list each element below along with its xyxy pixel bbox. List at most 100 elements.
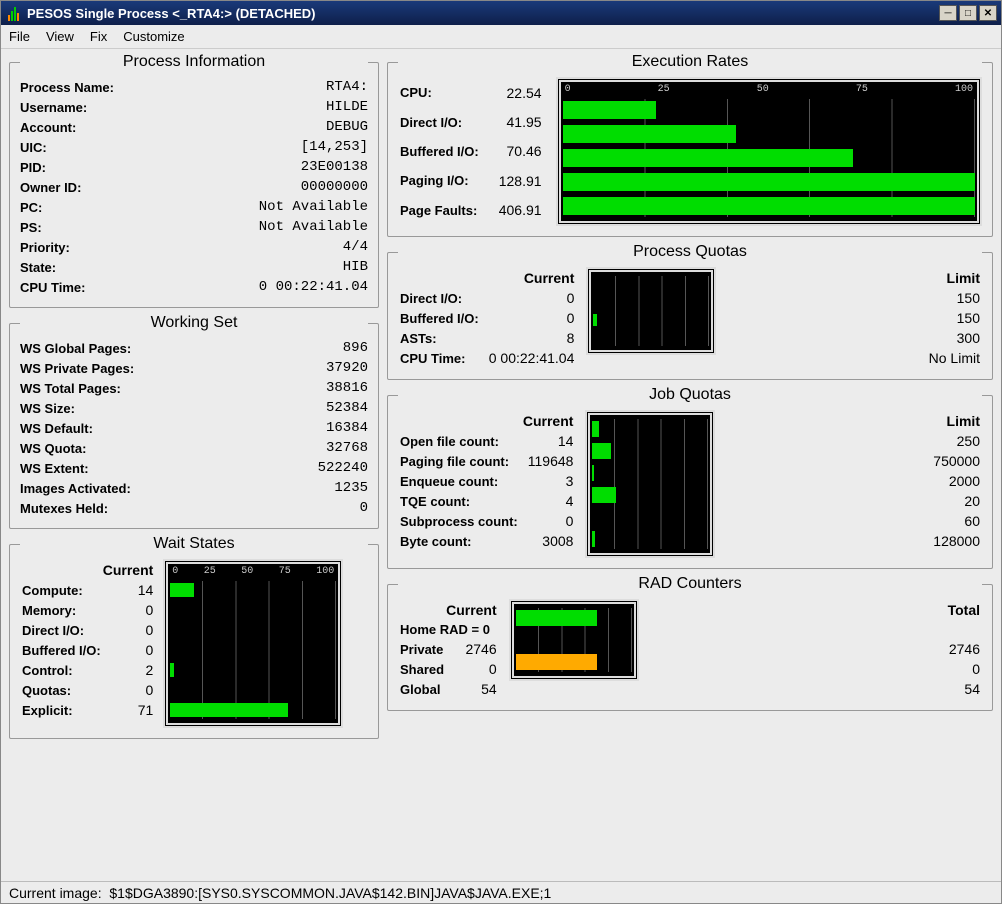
row-value: 119648 xyxy=(520,452,574,470)
table-row: State:HIB xyxy=(20,257,368,277)
chart-bar-row xyxy=(170,701,336,719)
row-label: Byte count: xyxy=(400,532,518,550)
row-value: 22.54 xyxy=(481,79,542,106)
row-value: 4/4 xyxy=(181,237,368,257)
row-value: 37920 xyxy=(261,358,368,378)
menubar: File View Fix Customize xyxy=(1,25,1001,49)
row-label: CPU Time: xyxy=(400,349,479,367)
maximize-button[interactable]: □ xyxy=(959,5,977,21)
row-value: HILDE xyxy=(181,97,368,117)
chart-bar xyxy=(563,149,854,167)
row-value: 41.95 xyxy=(481,108,542,135)
table-row: Open file count:14 xyxy=(400,432,573,450)
rad-counters-totals: Total 2746054 xyxy=(649,599,982,700)
chart-bar xyxy=(592,465,593,481)
row-label: Quotas: xyxy=(22,681,101,699)
row-value: Not Available xyxy=(181,197,368,217)
table-row: Buffered I/O:0 xyxy=(400,309,574,327)
row-label: WS Size: xyxy=(20,398,261,418)
job-quotas-title: Job Quotas xyxy=(398,386,982,404)
table-row: WS Size:52384 xyxy=(20,398,368,418)
row-label: CPU Time: xyxy=(20,277,181,297)
statusbar: Current image: $1$DGA3890:[SYS0.SYSCOMMO… xyxy=(1,881,1001,903)
row-value: 54 xyxy=(446,680,497,698)
row-value: 3008 xyxy=(520,532,574,550)
row-label: CPU: xyxy=(400,79,479,106)
chart-bar-row xyxy=(563,123,975,145)
table-row: 54 xyxy=(651,680,980,698)
chart-bar-row xyxy=(563,99,975,121)
row-label: Control: xyxy=(22,661,101,679)
row-label: WS Extent: xyxy=(20,458,261,478)
chart-bar-row xyxy=(563,195,975,217)
row-value: 14 xyxy=(520,432,574,450)
row-value: 300 xyxy=(728,329,980,347)
table-row: PS:Not Available xyxy=(20,217,368,237)
row-label: WS Default: xyxy=(20,418,261,438)
table-row: Paging file count:119648 xyxy=(400,452,573,470)
row-label: Global xyxy=(400,680,444,698)
table-row: Owner ID:00000000 xyxy=(20,177,368,197)
chart-bar-row xyxy=(592,463,708,483)
row-value: 52384 xyxy=(261,398,368,418)
window-controls: ─ □ ✕ xyxy=(937,5,997,21)
row-value: 0 xyxy=(481,289,575,307)
table-row: Direct I/O:0 xyxy=(22,621,153,639)
menu-file[interactable]: File xyxy=(9,29,30,44)
row-value: 0 xyxy=(103,621,154,639)
row-label: Process Name: xyxy=(20,77,181,97)
row-value: 60 xyxy=(727,512,980,530)
chart-bar xyxy=(170,663,173,677)
chart-bar-row xyxy=(592,441,708,461)
wait-states-panel: Wait States Current Compute:14Memory:0Di… xyxy=(9,535,379,739)
row-label: Owner ID: xyxy=(20,177,181,197)
chart-bar-row xyxy=(516,652,632,672)
chart-bar-row xyxy=(563,147,975,169)
process-quotas-limit-header: Limit xyxy=(728,269,980,287)
minimize-button[interactable]: ─ xyxy=(939,5,957,21)
row-value: 0 xyxy=(481,309,575,327)
chart-bar xyxy=(592,443,611,459)
chart-bar xyxy=(516,654,597,670)
app-window: PESOS Single Process <_RTA4:> (DETACHED)… xyxy=(0,0,1002,904)
chart-bar xyxy=(592,487,615,503)
row-value: No Limit xyxy=(728,349,980,367)
row-label: Direct I/O: xyxy=(400,289,479,307)
table-row: 128000 xyxy=(727,532,980,550)
table-row: WS Quota:32768 xyxy=(20,438,368,458)
job-quotas-limit-header: Limit xyxy=(727,412,980,430)
chart-bar-row xyxy=(592,485,708,505)
chart-bar xyxy=(592,531,594,547)
wait-states-table: Current Compute:14Memory:0Direct I/O:0Bu… xyxy=(20,559,155,721)
table-row: 2746 xyxy=(651,640,980,658)
row-label: PS: xyxy=(20,217,181,237)
menu-fix[interactable]: Fix xyxy=(90,29,107,44)
row-value: 20 xyxy=(727,492,980,510)
chart-bar-row xyxy=(170,661,336,679)
table-row: CPU Time:0 00:22:41.04 xyxy=(400,349,574,367)
row-label: Priority: xyxy=(20,237,181,257)
row-value: 150 xyxy=(728,289,980,307)
chart-bar-row xyxy=(593,294,709,310)
table-row: Byte count:3008 xyxy=(400,532,573,550)
table-row: Username:HILDE xyxy=(20,97,368,117)
process-quotas-table: Current Direct I/O:0Buffered I/O:0ASTs:8… xyxy=(398,267,576,369)
menu-view[interactable]: View xyxy=(46,29,74,44)
table-row: ASTs:8 xyxy=(400,329,574,347)
row-value: 0 xyxy=(520,512,574,530)
working-set-table: WS Global Pages:896WS Private Pages:3792… xyxy=(20,338,368,518)
table-row: Buffered I/O:0 xyxy=(22,641,153,659)
row-value: 128000 xyxy=(727,532,980,550)
row-value: 2 xyxy=(103,661,154,679)
table-row: Global54 xyxy=(400,680,497,698)
rad-current-header: Current xyxy=(446,601,497,619)
table-row: UIC:[14,253] xyxy=(20,137,368,157)
table-row: WS Total Pages:38816 xyxy=(20,378,368,398)
chart-bar xyxy=(563,125,736,143)
menu-customize[interactable]: Customize xyxy=(123,29,184,44)
row-label: Paging file count: xyxy=(400,452,518,470)
chart-bar-row xyxy=(170,601,336,619)
row-label: Direct I/O: xyxy=(400,108,479,135)
close-button[interactable]: ✕ xyxy=(979,5,997,21)
rad-counters-chart xyxy=(509,599,639,681)
